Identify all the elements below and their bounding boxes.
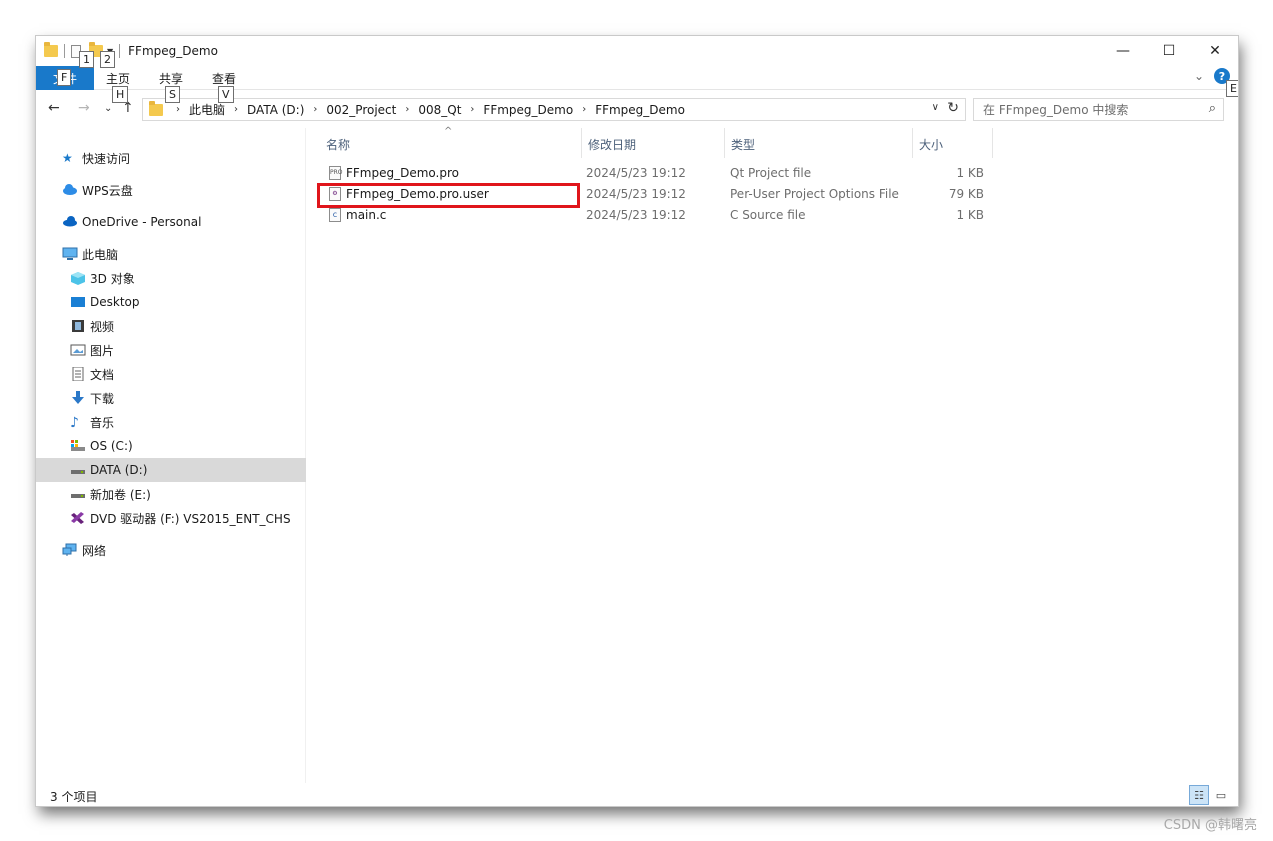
window-title: FFmpeg_Demo [128,44,218,58]
keytip-qat-2: 2 [100,51,115,68]
drive-c-icon [70,439,86,453]
highlight-box [317,183,580,208]
recent-locations-icon[interactable]: ⌄ [104,103,112,114]
nav-item-documents[interactable]: 文档 [36,362,306,386]
keytip-share: S [165,86,180,103]
breadcrumb-data-d[interactable]: DATA (D:) [247,103,304,117]
tab-view[interactable]: 查看 [212,70,236,87]
tab-share[interactable]: 共享 [159,70,183,87]
nav-item-desktop[interactable]: Desktop [36,290,306,314]
refresh-icon[interactable]: ↻ [947,100,959,116]
drive-d-icon [70,463,86,477]
chevron-right-icon[interactable]: › [313,104,317,115]
file-row[interactable]: PRO FFmpeg_Demo.pro 2024/5/23 19:12 Qt P… [308,163,998,184]
c-file-icon: c [329,208,341,222]
maximize-button[interactable]: ☐ [1146,36,1192,66]
cloud-icon [62,183,78,197]
ribbon-tabs: 文件 主页 共享 查看 ⌄ ? [36,66,1238,90]
column-header-name[interactable]: 名称 [320,128,582,158]
file-row[interactable]: c main.c 2024/5/23 19:12 C Source file 1… [308,205,998,226]
keytip-help: E [1226,80,1238,97]
nav-item-3d-objects[interactable]: 3D 对象 [36,266,306,290]
breadcrumb-002-project[interactable]: 002_Project [326,103,396,117]
nav-item-dvd-f[interactable]: DVD 驱动器 (F:) VS2015_ENT_CHS [36,506,306,530]
address-dropdown-icon[interactable]: ∨ [932,102,939,113]
chevron-right-icon[interactable]: › [405,104,409,115]
nav-item-downloads[interactable]: 下载 [36,386,306,410]
breadcrumb-ffmpeg-demo-parent[interactable]: FFmpeg_Demo [483,103,573,117]
drive-e-icon [70,487,86,501]
details-view-icon[interactable]: ☷ [1189,785,1209,805]
nav-item-pictures[interactable]: 图片 [36,338,306,362]
documents-icon [70,366,86,382]
search-icon[interactable]: ⌕ [1209,101,1216,116]
chevron-right-icon[interactable]: › [470,104,474,115]
keytip-qat-1: 1 [79,51,94,68]
nav-item-os-c[interactable]: OS (C:) [36,434,306,458]
item-count: 3 个项目 [50,790,98,804]
nav-item-wps-cloud[interactable]: WPS云盘 [36,178,306,202]
status-bar: 3 个项目 ☷ ▭ [36,784,1238,806]
music-icon: ♪ [70,415,79,431]
forward-arrow-icon[interactable]: → [78,100,90,116]
close-button[interactable]: ✕ [1192,36,1238,66]
watermark: CSDN @韩曙亮 [1163,818,1257,833]
computer-icon [62,247,78,261]
visual-studio-icon [70,511,86,525]
pro-file-icon: PRO [329,166,343,180]
pictures-icon [70,343,86,357]
nav-item-this-pc[interactable]: 此电脑 [36,242,306,266]
chevron-right-icon[interactable]: › [234,104,238,115]
address-bar[interactable]: › 此电脑 › DATA (D:) › 002_Project › 008_Qt… [142,98,966,121]
back-arrow-icon[interactable]: ← [48,100,60,116]
cube-icon [70,271,86,285]
nav-item-quick-access[interactable]: ★ 快速访问 [36,146,306,170]
video-icon [70,319,86,333]
navigation-bar: ← → ⌄ ↑ › 此电脑 › DATA (D:) › 002_Project … [36,96,1238,124]
nav-item-new-volume-e[interactable]: 新加卷 (E:) [36,482,306,506]
minimize-button[interactable]: — [1100,36,1146,66]
keytip-home: H [112,86,129,103]
nav-item-videos[interactable]: 视频 [36,314,306,338]
star-icon: ★ [62,151,73,165]
chevron-right-icon[interactable]: › [582,104,586,115]
column-header-date[interactable]: 修改日期 [582,128,725,158]
breadcrumb-ffmpeg-demo-current[interactable]: FFmpeg_Demo [595,103,685,117]
network-icon [62,543,78,557]
expand-ribbon-icon[interactable]: ⌄ [1194,69,1204,83]
column-header-size[interactable]: 大小 [913,128,993,158]
nav-item-music[interactable]: ♪ 音乐 [36,410,306,434]
folder-icon [44,42,58,57]
column-header-type[interactable]: 类型 [725,128,913,158]
keytip-file: F [57,69,72,86]
desktop-icon [70,295,86,309]
file-list: ^ 名称 修改日期 类型 大小 PRO FFmpeg_Demo.pro 2024… [308,126,1228,783]
search-input[interactable] [974,102,1184,117]
explorer-window: ▼ FFmpeg_Demo — ☐ ✕ 1 2 F H S V E 文件 主页 … [36,36,1238,806]
navigation-pane: ★ 快速访问 WPS云盘 OneDrive - Personal 此电脑 3D … [36,128,306,783]
onedrive-icon [62,215,78,229]
nav-item-data-d[interactable]: DATA (D:) [36,458,306,482]
folder-icon [149,100,163,116]
search-box[interactable]: ⌕ [973,98,1224,121]
tab-home[interactable]: 主页 [106,70,130,87]
nav-item-onedrive[interactable]: OneDrive - Personal [36,210,306,234]
chevron-right-icon[interactable]: › [176,104,180,115]
title-bar: ▼ FFmpeg_Demo — ☐ ✕ [36,36,1238,66]
window-controls: — ☐ ✕ [1100,36,1238,66]
download-icon [70,391,86,405]
breadcrumb-008-qt[interactable]: 008_Qt [418,103,461,117]
breadcrumb-this-pc[interactable]: 此电脑 [189,101,225,118]
large-icons-view-icon[interactable]: ▭ [1211,785,1231,805]
keytip-view: V [218,86,234,103]
nav-item-network[interactable]: 网络 [36,538,306,562]
